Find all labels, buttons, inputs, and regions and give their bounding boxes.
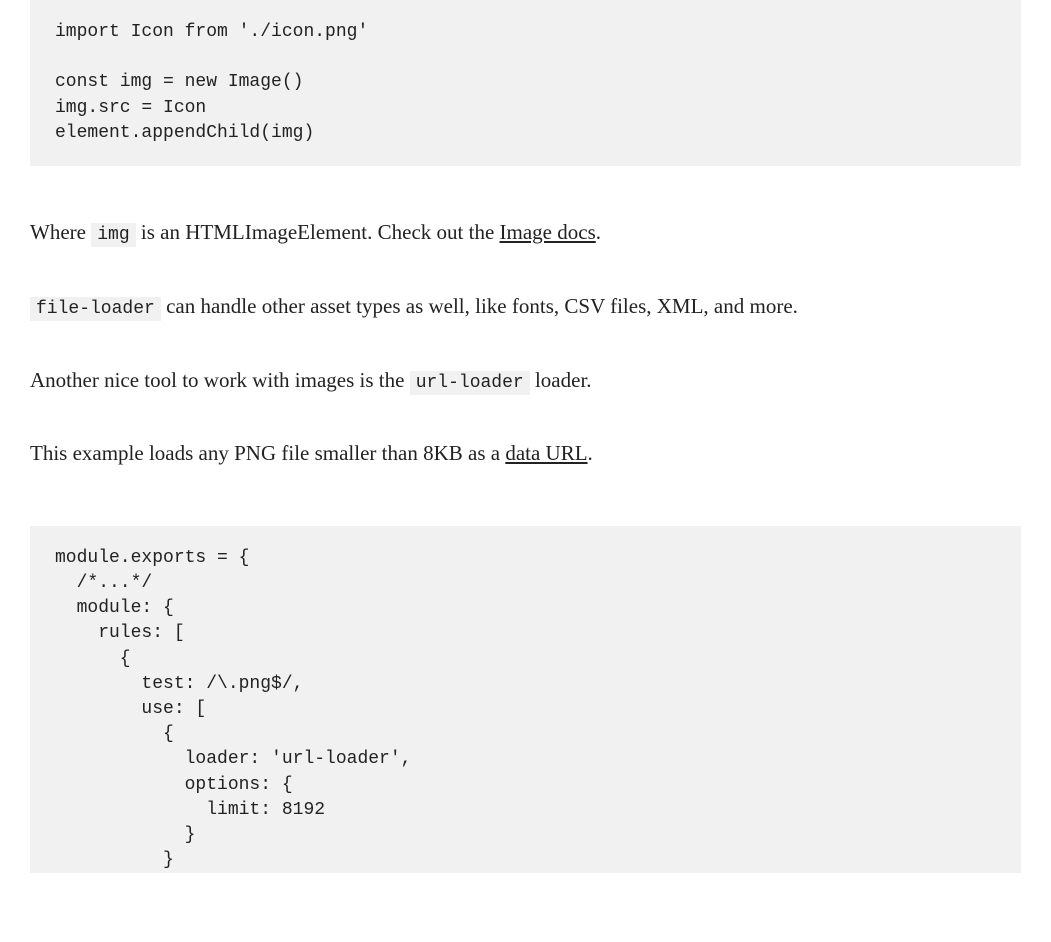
inline-code-url-loader: url-loader bbox=[410, 371, 530, 395]
code-block-import-icon: import Icon from './icon.png' const img … bbox=[30, 0, 1021, 166]
code-block-module-exports: module.exports = { /*...*/ module: { rul… bbox=[30, 526, 1021, 873]
text: Another nice tool to work with images is… bbox=[30, 368, 410, 392]
text: This example loads any PNG file smaller … bbox=[30, 441, 505, 465]
inline-code-img: img bbox=[91, 223, 135, 247]
text: is an HTMLImageElement. Check out the bbox=[136, 220, 500, 244]
text: . bbox=[588, 441, 593, 465]
text: loader. bbox=[530, 368, 592, 392]
paragraph-file-loader: file-loader can handle other asset types… bbox=[30, 290, 1021, 324]
paragraph-data-url: This example loads any PNG file smaller … bbox=[30, 437, 1021, 471]
text: . bbox=[596, 220, 601, 244]
inline-code-file-loader: file-loader bbox=[30, 297, 161, 321]
text: Where bbox=[30, 220, 91, 244]
link-image-docs[interactable]: Image docs bbox=[500, 220, 596, 244]
link-data-url[interactable]: data URL bbox=[505, 441, 587, 465]
text: can handle other asset types as well, li… bbox=[161, 294, 798, 318]
paragraph-img-explanation: Where img is an HTMLImageElement. Check … bbox=[30, 216, 1021, 250]
paragraph-url-loader: Another nice tool to work with images is… bbox=[30, 364, 1021, 398]
